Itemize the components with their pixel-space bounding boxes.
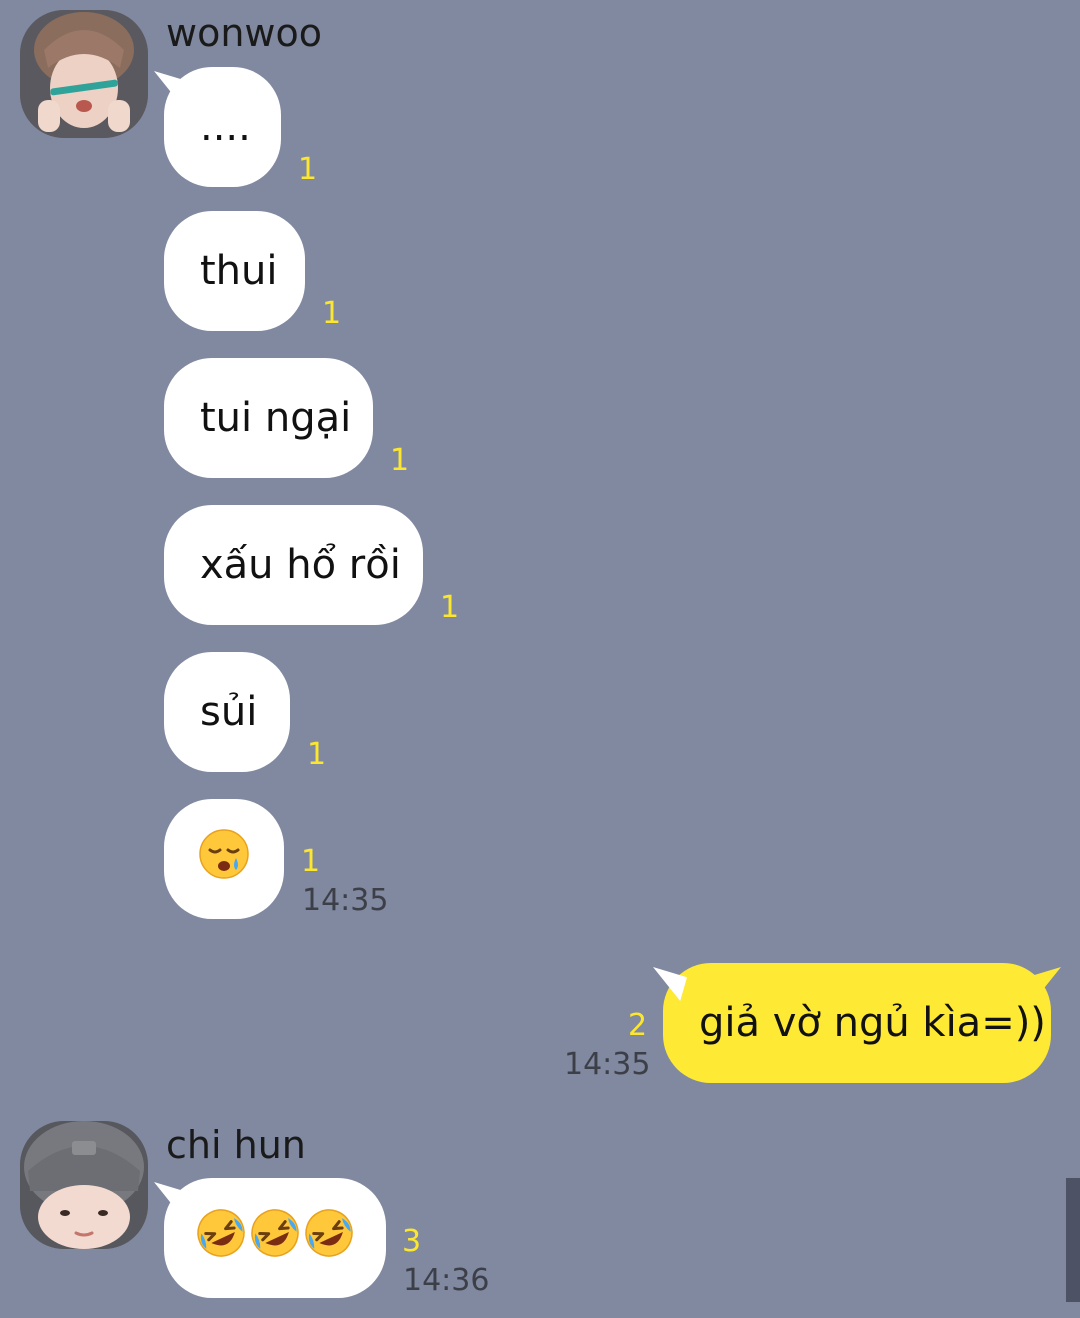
unread-count: 1 [301, 844, 321, 879]
my-message-bubble[interactable]: giả vờ ngủ kìa=)) [663, 963, 1051, 1083]
message-bubble[interactable]: .... [164, 67, 281, 187]
unread-count: 1 [440, 590, 460, 625]
rofl-icon [303, 1207, 355, 1269]
emoji-message-bubble[interactable] [164, 799, 284, 919]
unread-count: 1 [307, 737, 327, 772]
message-text: tui ngại [200, 395, 352, 441]
message-time: 14:36 [403, 1263, 490, 1298]
rofl-icon [249, 1207, 301, 1269]
rofl-icon [195, 1207, 247, 1269]
sender-name: wonwoo [166, 11, 322, 55]
message-text: sủi [200, 689, 258, 735]
scrollbar[interactable] [1066, 1178, 1080, 1302]
message-time: 14:35 [302, 883, 389, 918]
unread-count: 2 [628, 1008, 648, 1043]
unread-count: 1 [298, 152, 318, 187]
unread-count: 1 [322, 296, 342, 331]
emoji-message-bubble[interactable] [164, 1178, 386, 1298]
message-text: xấu hổ rồi [200, 542, 401, 588]
message-bubble[interactable]: xấu hổ rồi [164, 505, 423, 625]
unread-count: 3 [402, 1224, 422, 1259]
message-bubble[interactable]: sủi [164, 652, 290, 772]
message-time: 14:35 [564, 1047, 651, 1082]
sleepy-face-icon [198, 828, 250, 890]
message-text: .... [200, 104, 251, 150]
unread-count: 1 [390, 443, 410, 478]
chi-hun-avatar[interactable] [20, 1121, 148, 1249]
message-text: giả vờ ngủ kìa=)) [699, 1000, 1046, 1046]
message-bubble[interactable]: thui [164, 211, 305, 331]
message-bubble[interactable]: tui ngại [164, 358, 373, 478]
message-text: thui [200, 248, 278, 294]
wonwoo-avatar[interactable] [20, 10, 148, 138]
sender-name: chi hun [166, 1123, 306, 1167]
